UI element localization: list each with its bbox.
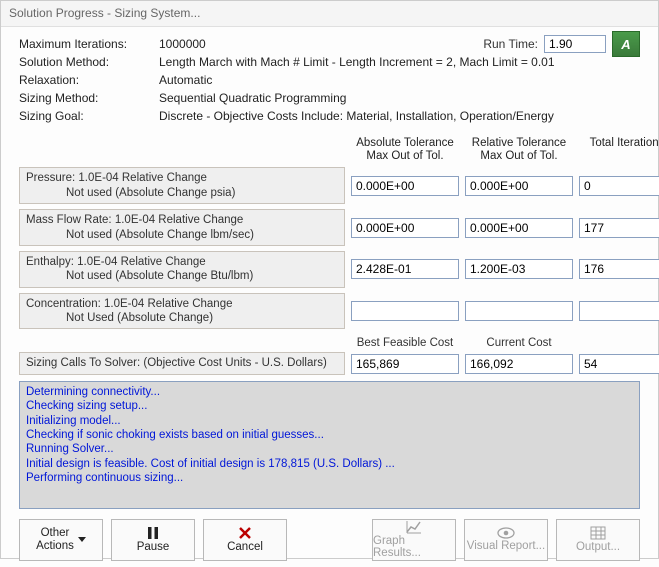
- param-sub-label: Not Used (Absolute Change): [26, 311, 338, 325]
- rel-tol-field[interactable]: [465, 218, 573, 238]
- sizing-calls-field[interactable]: [579, 354, 659, 374]
- pause-label: Pause: [137, 541, 170, 553]
- relaxation-label: Relaxation:: [19, 73, 159, 87]
- best-cost-field[interactable]: [351, 354, 459, 374]
- max-iterations-label: Maximum Iterations:: [19, 37, 159, 51]
- runtime-block: Run Time: A: [483, 31, 640, 57]
- graph-results-label: Graph Results...: [373, 535, 455, 559]
- runtime-field[interactable]: [544, 35, 606, 53]
- abs-tol-field[interactable]: [351, 301, 459, 321]
- param-main-label: Mass Flow Rate: 1.0E-04 Relative Change: [26, 214, 243, 226]
- param-sub-label: Not used (Absolute Change psia): [26, 186, 338, 200]
- abs-tol-header: Absolute Tolerance Max Out of Tol.: [351, 137, 459, 163]
- current-cost-header: Current Cost: [465, 337, 573, 349]
- sizing-goal-value: Discrete - Objective Costs Include: Mate…: [159, 109, 640, 123]
- visual-report-button: Visual Report...: [464, 519, 548, 561]
- solution-method-label: Solution Method:: [19, 55, 159, 69]
- other-actions-label: Other Actions: [36, 527, 74, 553]
- param-sub-label: Not used (Absolute Change Btu/lbm): [26, 269, 338, 283]
- relaxation-value: Automatic: [159, 73, 640, 87]
- button-bar: Other Actions Pause Cancel: [19, 519, 640, 561]
- total-iter-field[interactable]: [579, 301, 659, 321]
- cancel-icon: [238, 526, 252, 540]
- param-label: Enthalpy: 1.0E-04 Relative ChangeNot use…: [19, 251, 345, 288]
- log-line: Checking if sonic choking exists based o…: [26, 428, 633, 442]
- progress-log[interactable]: Determining connectivity...Checking sizi…: [19, 381, 640, 509]
- log-line: Performing continuous sizing...: [26, 471, 633, 485]
- content-area: Run Time: A Maximum Iterations: 1000000 …: [1, 27, 658, 567]
- param-row: Concentration: 1.0E-04 Relative ChangeNo…: [19, 293, 640, 330]
- cost-row: Sizing Calls To Solver: (Objective Cost …: [19, 352, 640, 374]
- pause-icon: [146, 526, 160, 540]
- runtime-label: Run Time:: [483, 37, 538, 51]
- graph-results-button: Graph Results...: [372, 519, 456, 561]
- rel-tol-field[interactable]: [465, 176, 573, 196]
- window: Solution Progress - Sizing System... Run…: [0, 0, 659, 559]
- log-line: Running Solver...: [26, 442, 633, 456]
- visual-report-label: Visual Report...: [467, 540, 545, 552]
- cancel-button[interactable]: Cancel: [203, 519, 287, 561]
- table-icon: [590, 526, 606, 540]
- total-iter-field[interactable]: [579, 218, 659, 238]
- output-label: Output...: [576, 541, 620, 553]
- solution-method-value: Length March with Mach # Limit - Length …: [159, 55, 640, 69]
- param-label: Pressure: 1.0E-04 Relative Change Not use…: [19, 167, 345, 204]
- total-iter-header: Total Iterations: [579, 137, 659, 163]
- sizing-goal-label: Sizing Goal:: [19, 109, 159, 123]
- abs-tol-field[interactable]: [351, 176, 459, 196]
- log-line: Initializing model...: [26, 414, 633, 428]
- output-button: Output...: [556, 519, 640, 561]
- param-main-label: Pressure: 1.0E-04 Relative Change: [26, 172, 207, 184]
- sizing-method-value: Sequential Quadratic Programming: [159, 91, 640, 105]
- sizing-calls-label: Sizing Calls To Solver: (Objective Cost …: [19, 352, 345, 374]
- app-logo-icon: A: [612, 31, 640, 57]
- abs-tol-field[interactable]: [351, 259, 459, 279]
- param-main-label: Concentration: 1.0E-04 Relative Change: [26, 298, 233, 310]
- current-cost-field[interactable]: [465, 354, 573, 374]
- other-actions-button[interactable]: Other Actions: [19, 519, 103, 561]
- log-line: Initial design is feasible. Cost of init…: [26, 457, 633, 471]
- chart-icon: [406, 520, 422, 534]
- param-label: Concentration: 1.0E-04 Relative ChangeNo…: [19, 293, 345, 330]
- param-main-label: Enthalpy: 1.0E-04 Relative Change: [26, 256, 206, 268]
- rel-tol-field[interactable]: [465, 259, 573, 279]
- eye-icon: [497, 527, 515, 539]
- abs-tol-field[interactable]: [351, 218, 459, 238]
- best-cost-header: Best Feasible Cost: [351, 337, 459, 349]
- param-row: Enthalpy: 1.0E-04 Relative ChangeNot use…: [19, 251, 640, 288]
- cancel-label: Cancel: [227, 541, 263, 553]
- pause-button[interactable]: Pause: [111, 519, 195, 561]
- param-label: Mass Flow Rate: 1.0E-04 Relative Change N…: [19, 209, 345, 246]
- log-line: Determining connectivity...: [26, 385, 633, 399]
- total-iter-field[interactable]: [579, 259, 659, 279]
- param-row: Mass Flow Rate: 1.0E-04 Relative Change N…: [19, 209, 640, 246]
- rel-tol-field[interactable]: [465, 301, 573, 321]
- chevron-down-icon: [78, 537, 86, 542]
- cost-headers: Best Feasible Cost Current Cost: [19, 337, 640, 349]
- sizing-method-label: Sizing Method:: [19, 91, 159, 105]
- total-iter-field[interactable]: [579, 176, 659, 196]
- tolerance-headers: Absolute Tolerance Max Out of Tol. Relat…: [19, 137, 640, 163]
- param-sub-label: Not used (Absolute Change lbm/sec): [26, 228, 338, 242]
- log-line: Checking sizing setup...: [26, 399, 633, 413]
- window-title: Solution Progress - Sizing System...: [1, 1, 658, 27]
- rel-tol-header: Relative Tolerance Max Out of Tol.: [465, 137, 573, 163]
- param-row: Pressure: 1.0E-04 Relative Change Not use…: [19, 167, 640, 204]
